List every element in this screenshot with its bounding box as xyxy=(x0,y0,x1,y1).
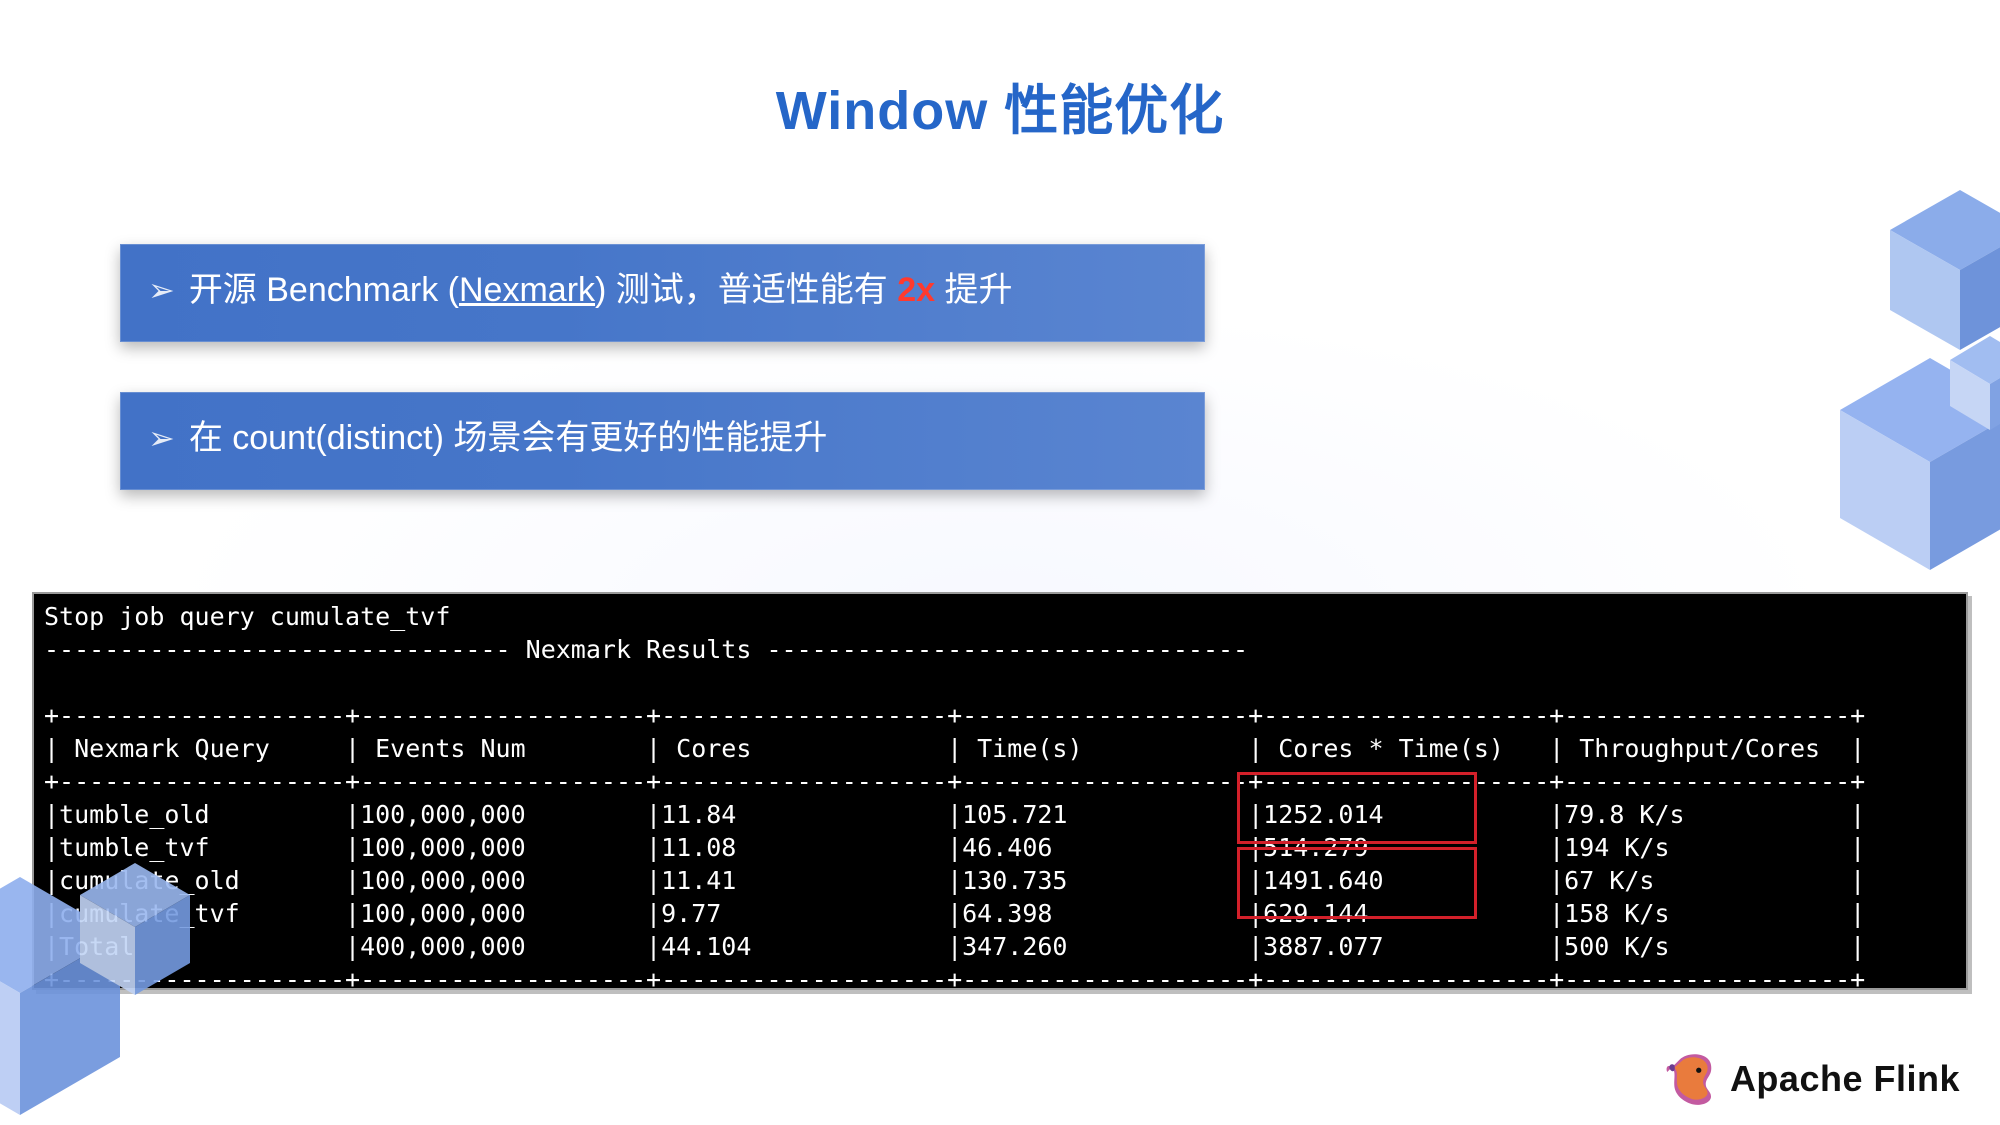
bullet-1-highlight: 2x xyxy=(897,271,935,309)
bullet-1: ➢ 开源 Benchmark (Nexmark) 测试，普适性能有 2x 提升 xyxy=(120,244,1205,342)
bullet-2: ➢ 在 count(distinct) 场景会有更好的性能提升 xyxy=(120,392,1205,490)
bullet-2-text: 在 count(distinct) 场景会有更好的性能提升 xyxy=(189,416,828,462)
terminal-output: Stop job query cumulate_tvf ------------… xyxy=(32,592,1968,990)
nexmark-link[interactable]: Nexmark xyxy=(459,271,595,309)
footer-logo: Apache Flink xyxy=(1662,1051,1960,1107)
bullet-1-text: 开源 Benchmark (Nexmark) 测试，普适性能有 2x 提升 xyxy=(189,268,1013,314)
footer-brand-text: Apache Flink xyxy=(1730,1058,1960,1100)
decoration-cubes-right xyxy=(1740,150,2000,650)
bullet-1-pre: 开源 Benchmark ( xyxy=(189,271,459,309)
bullet-1-mid: ) 测试，普适性能有 xyxy=(595,271,897,309)
flink-squirrel-icon xyxy=(1662,1051,1718,1107)
bullet-1-post: 提升 xyxy=(935,271,1012,309)
slide: Window 性能优化 ➢ 开源 Benchmark (Nexmark) 测试，… xyxy=(0,0,2000,1125)
arrow-icon: ➢ xyxy=(148,269,175,312)
arrow-icon: ➢ xyxy=(148,417,175,460)
slide-title: Window 性能优化 xyxy=(0,66,2000,145)
